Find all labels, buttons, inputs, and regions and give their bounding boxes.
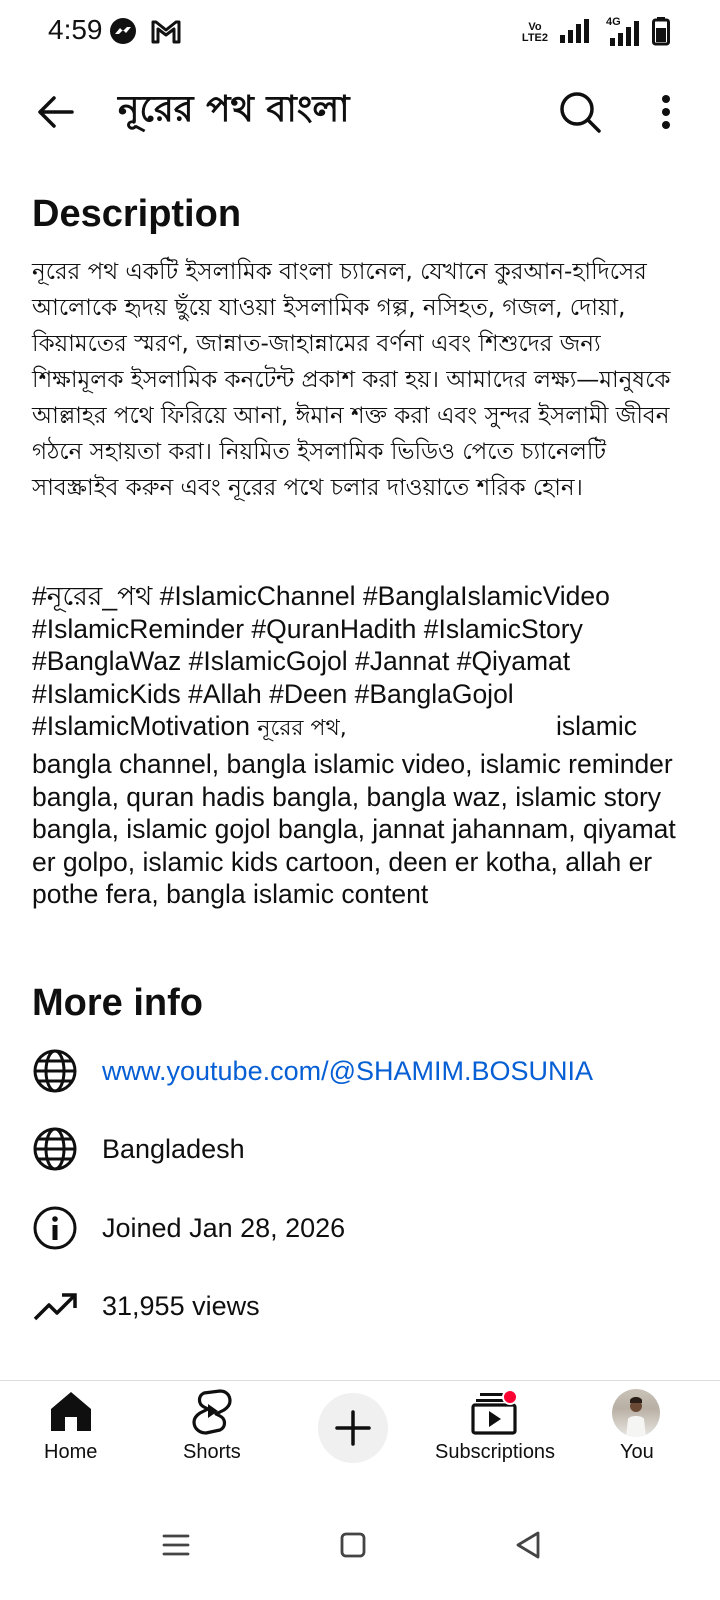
status-bar: 4:59 Vo LTE2 4G: [0, 0, 720, 64]
nav-you[interactable]: You: [600, 1381, 672, 1491]
avatar: [612, 1389, 660, 1437]
volte-indicator: Vo LTE2: [521, 21, 548, 44]
nav-subscriptions-label: Subscriptions: [435, 1441, 556, 1463]
search-button[interactable]: [548, 84, 612, 140]
network-4g-icon: 4G: [600, 16, 642, 48]
joined-row: Joined Jan 28, 2026: [32, 1200, 692, 1256]
hashtags-line: #IslamicReminder #QuranHadith #IslamicSt…: [32, 613, 583, 644]
recents-button[interactable]: [151, 1520, 201, 1570]
channel-url-link[interactable]: www.youtube.com/@SHAMIM.BOSUNIA: [102, 1056, 593, 1087]
country-row: Bangladesh: [32, 1121, 692, 1177]
nav-shorts[interactable]: Shorts: [170, 1381, 254, 1491]
plus-icon: [335, 1410, 371, 1446]
signal-icon: [558, 17, 590, 49]
create-button[interactable]: [318, 1393, 388, 1463]
status-system-icons: Vo LTE2 4G: [522, 16, 670, 50]
trending-up-icon: [32, 1283, 78, 1329]
channel-link-row[interactable]: www.youtube.com/@SHAMIM.BOSUNIA: [32, 1043, 692, 1099]
back-button[interactable]: [28, 84, 84, 140]
info-icon: [32, 1205, 78, 1251]
views-row: 31,955 views: [32, 1278, 692, 1334]
nav-home[interactable]: Home: [30, 1381, 112, 1491]
menu-lines-icon: [162, 1534, 190, 1556]
bottom-navigation: Home Shorts Subscriptions You: [0, 1380, 720, 1490]
home-icon: [51, 1392, 91, 1431]
country-text: Bangladesh: [102, 1133, 245, 1164]
hashtags-line: #IslamicKids #Allah #Deen #BanglaGojol: [32, 678, 514, 709]
more-vert-icon: [662, 95, 670, 129]
globe-icon: [32, 1126, 78, 1172]
more-options-button[interactable]: [646, 84, 686, 140]
nav-you-label: You: [620, 1441, 654, 1463]
square-icon: [340, 1532, 366, 1558]
channel-title: নূরের পথ বাংলা: [118, 89, 350, 130]
globe-icon: [32, 1048, 78, 1094]
views-count-text: 31,955 views: [102, 1290, 260, 1321]
joined-date-text: Joined Jan 28, 2026: [102, 1212, 346, 1243]
description-bangla-text: নূরের পথ একটি ইসলামিক বাংলা চ্যানেল, যেখ…: [32, 259, 671, 501]
arrow-left-icon: [38, 96, 74, 128]
hashtag-bangla-keyword: নূরের পথ,: [257, 716, 347, 742]
messenger-icon: [108, 16, 138, 50]
hashtags-line: #নূরের_পথ #IslamicChannel #BanglaIslamic…: [32, 581, 610, 611]
status-notification-icons: [108, 16, 182, 50]
gmail-icon: [150, 16, 182, 50]
search-icon: [560, 92, 601, 133]
home-system-button[interactable]: [328, 1520, 378, 1570]
hashtags-line: #IslamicMotivation নূরের পথ, islamic: [32, 710, 696, 746]
shorts-icon: [192, 1389, 232, 1435]
nav-shorts-label: Shorts: [183, 1441, 241, 1463]
description-tags: #নূরের_পথ #IslamicChannel #BanglaIslamic…: [32, 580, 696, 911]
description-heading: Description: [32, 193, 242, 235]
battery-icon: [652, 16, 670, 50]
keywords-text: bangla channel, bangla islamic video, is…: [32, 748, 676, 910]
nav-home-label: Home: [44, 1441, 98, 1463]
new-content-badge: [502, 1389, 518, 1405]
hashtags-line: #BanglaWaz #IslamicGojol #Jannat #Qiyama…: [32, 646, 571, 677]
nav-subscriptions[interactable]: Subscriptions: [432, 1381, 562, 1491]
back-system-button[interactable]: [503, 1520, 553, 1570]
hashtag-motivation: #IslamicMotivation: [32, 711, 250, 742]
app-bar: নূরের পথ বাংলা: [0, 64, 720, 160]
system-navigation-bar: [0, 1490, 720, 1600]
more-info-heading: More info: [32, 982, 203, 1024]
status-time: 4:59: [48, 14, 103, 45]
triangle-back-icon: [516, 1531, 540, 1559]
keyword-islamic: islamic: [556, 711, 637, 742]
